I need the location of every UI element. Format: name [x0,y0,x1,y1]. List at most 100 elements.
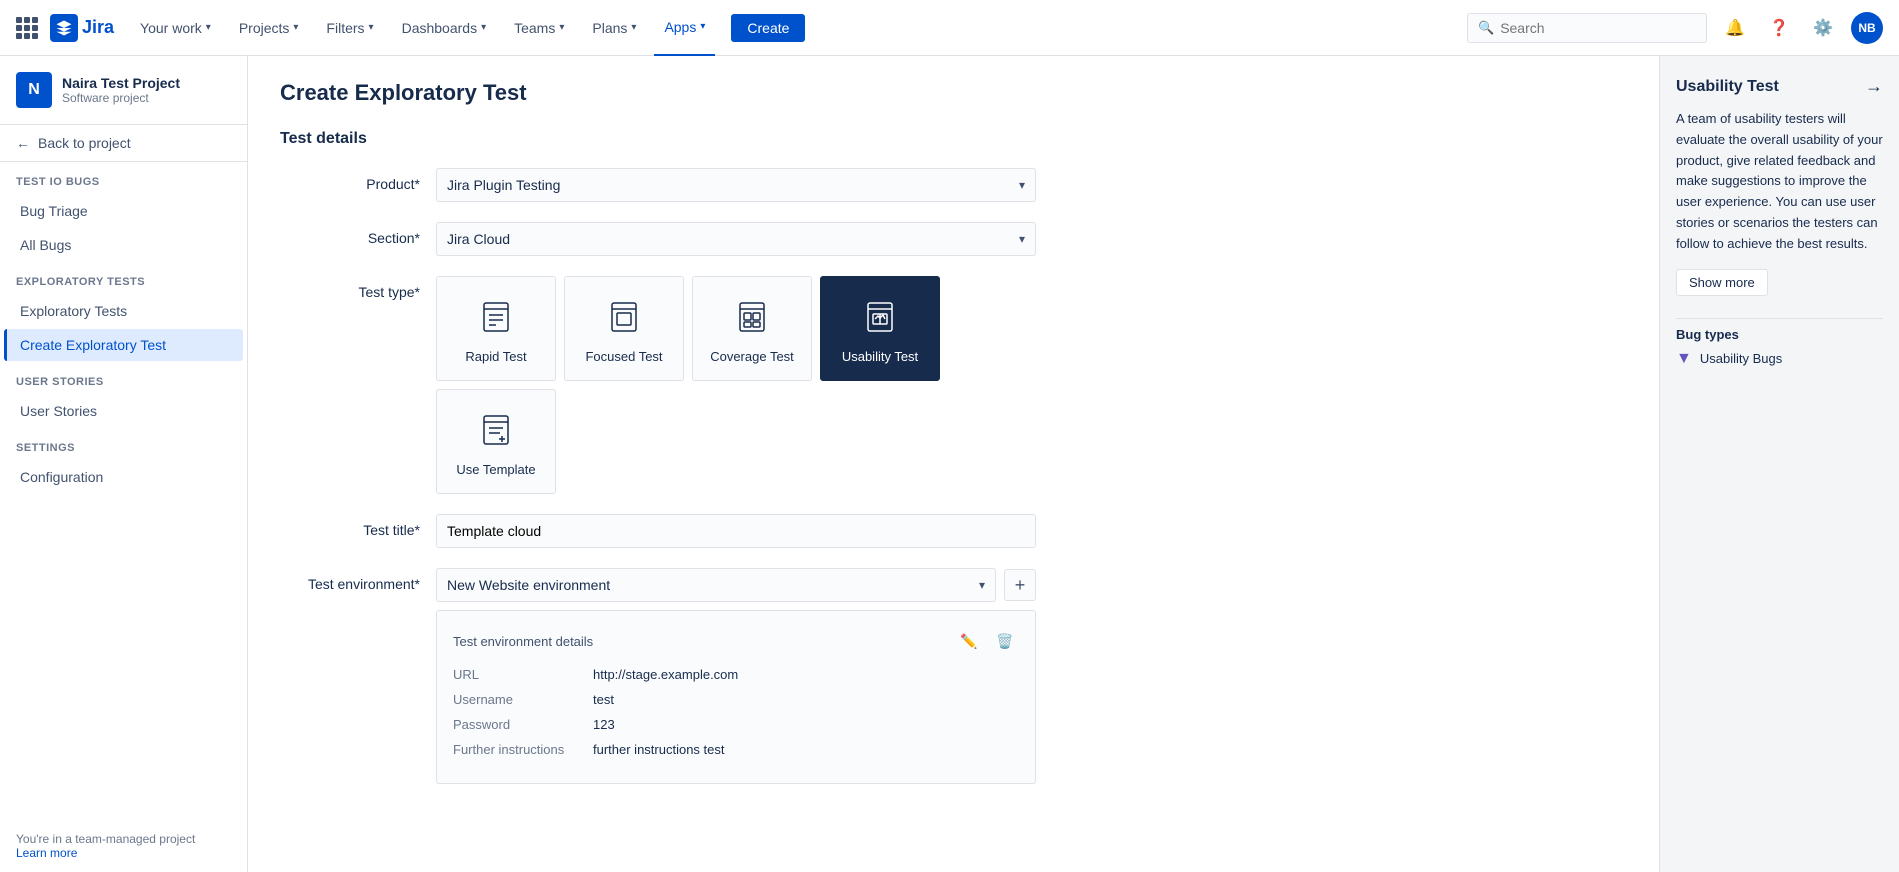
env-edit-button[interactable]: ✏️ [955,627,983,655]
sidebar-project-header: N Naira Test Project Software project [0,56,247,125]
focused-test-label: Focused Test [585,349,662,364]
back-to-project[interactable]: ← Back to project [0,125,247,162]
usability-bugs-icon: ▼ [1676,350,1692,368]
chevron-down-icon: ▾ [631,22,636,33]
env-details-header: Test environment details ✏️ 🗑️ [453,627,1019,655]
test-type-template[interactable]: Use Template [436,389,556,494]
form-row-test-type: Test type* [280,276,1627,494]
sidebar-item-all-bugs[interactable]: All Bugs [4,229,243,261]
sidebar-footer: You're in a team-managed project Learn m… [0,820,247,872]
use-template-icon [472,406,520,454]
sidebar-section-user-stories: USER STORIES [0,362,247,394]
chevron-down-icon: ▾ [979,578,985,592]
right-panel-arrow-icon[interactable]: → [1865,76,1883,97]
project-type: Software project [62,91,180,105]
project-name: Naira Test Project [62,75,180,91]
sidebar-item-exploratory-tests[interactable]: Exploratory Tests [4,295,243,327]
product-label: Product* [280,168,420,192]
usability-test-icon [856,293,904,341]
section-label: Section* [280,222,420,246]
test-type-focused[interactable]: Focused Test [564,276,684,381]
product-select[interactable]: Jira Plugin Testing ▾ [436,168,1036,202]
env-select[interactable]: New Website environment ▾ [436,568,996,602]
right-panel-title: Usability Test [1676,78,1779,96]
nav-dashboards[interactable]: Dashboards ▾ [392,0,497,56]
coverage-test-icon [728,293,776,341]
nav-your-work[interactable]: Your work ▾ [130,0,221,56]
search-box[interactable]: 🔍 [1467,13,1707,43]
notifications-button[interactable]: 🔔 [1719,12,1751,44]
use-template-label: Use Template [456,462,535,477]
chevron-down-icon: ▾ [206,22,211,33]
test-title-field [436,514,1036,548]
bug-type-usability: ▼ Usability Bugs [1676,350,1883,368]
product-field: Jira Plugin Testing ▾ [436,168,1036,202]
sidebar-section-settings: SETTINGS [0,428,247,460]
learn-more-link[interactable]: Learn more [16,846,77,860]
chevron-down-icon: ▾ [369,22,374,33]
test-type-coverage[interactable]: Coverage Test [692,276,812,381]
form-row-section: Section* Jira Cloud ▾ [280,222,1627,256]
create-button[interactable]: Create [731,14,805,42]
usability-test-label: Usability Test [842,349,918,364]
right-panel-header: Usability Test → [1676,76,1883,97]
avatar[interactable]: NB [1851,12,1883,44]
settings-button[interactable]: ⚙️ [1807,12,1839,44]
test-type-usability[interactable]: Usability Test [820,276,940,381]
sidebar-item-configuration[interactable]: Configuration [4,461,243,493]
sidebar-item-create-exploratory-test[interactable]: Create Exploratory Test [4,329,243,361]
nav-plans[interactable]: Plans ▾ [582,0,646,56]
search-input[interactable] [1500,20,1696,36]
form-row-test-title: Test title* [280,514,1627,548]
nav-apps[interactable]: Apps ▾ [654,0,715,56]
section-title-test-details: Test details [280,130,1627,148]
back-arrow-icon: ← [16,135,30,151]
project-icon: N [16,72,52,108]
chevron-down-icon: ▾ [1019,232,1025,246]
rapid-test-label: Rapid Test [465,349,526,364]
env-details: Test environment details ✏️ 🗑️ URL http:… [436,610,1036,784]
help-button[interactable]: ❓ [1763,12,1795,44]
page-title: Create Exploratory Test [280,80,1627,106]
env-delete-button[interactable]: 🗑️ [991,627,1019,655]
env-field-further-instructions: Further instructions further instruction… [453,742,1019,757]
chevron-down-icon: ▾ [481,22,486,33]
test-type-rapid[interactable]: Rapid Test [436,276,556,381]
show-more-button[interactable]: Show more [1676,269,1768,296]
right-panel: Usability Test → A team of usability tes… [1659,56,1899,872]
sidebar-section-exploratory: EXPLORATORY TESTS [0,262,247,294]
jira-logo[interactable]: Jira [50,14,114,42]
nav-teams[interactable]: Teams ▾ [504,0,574,56]
test-title-label: Test title* [280,514,420,538]
test-types-group: Rapid Test Focused Test [436,276,1036,494]
sidebar: N Naira Test Project Software project ← … [0,56,248,872]
right-panel-divider [1676,318,1883,319]
chevron-down-icon: ▾ [559,22,564,33]
main-layout: N Naira Test Project Software project ← … [0,56,1899,872]
sidebar-item-bug-triage[interactable]: Bug Triage [4,195,243,227]
chevron-down-icon: ▾ [1019,178,1025,192]
section-field: Jira Cloud ▾ [436,222,1036,256]
nav-right: 🔍 🔔 ❓ ⚙️ NB [1467,12,1883,44]
nav-projects[interactable]: Projects ▾ [229,0,309,56]
section-select[interactable]: Jira Cloud ▾ [436,222,1036,256]
env-field-url: URL http://stage.example.com [453,667,1019,682]
sidebar-item-user-stories[interactable]: User Stories [4,395,243,427]
test-env-field: New Website environment ▾ + Test environ… [436,568,1036,784]
env-field-username: Username test [453,692,1019,707]
bug-types-title: Bug types [1676,327,1883,342]
chevron-down-icon: ▾ [700,21,705,32]
env-add-button[interactable]: + [1004,569,1036,601]
form-row-product: Product* Jira Plugin Testing ▾ [280,168,1627,202]
right-panel-description: A team of usability testers will evaluat… [1676,109,1883,255]
apps-grid-icon[interactable] [16,17,38,39]
env-field-password: Password 123 [453,717,1019,732]
nav-filters[interactable]: Filters ▾ [316,0,383,56]
env-details-title: Test environment details [453,634,593,649]
form-row-test-env: Test environment* New Website environmen… [280,568,1627,784]
test-title-input[interactable] [436,514,1036,548]
chevron-down-icon: ▾ [293,22,298,33]
search-icon: 🔍 [1478,20,1494,36]
focused-test-icon [600,293,648,341]
nav-left: Jira Your work ▾ Projects ▾ Filters ▾ Da… [16,0,805,56]
